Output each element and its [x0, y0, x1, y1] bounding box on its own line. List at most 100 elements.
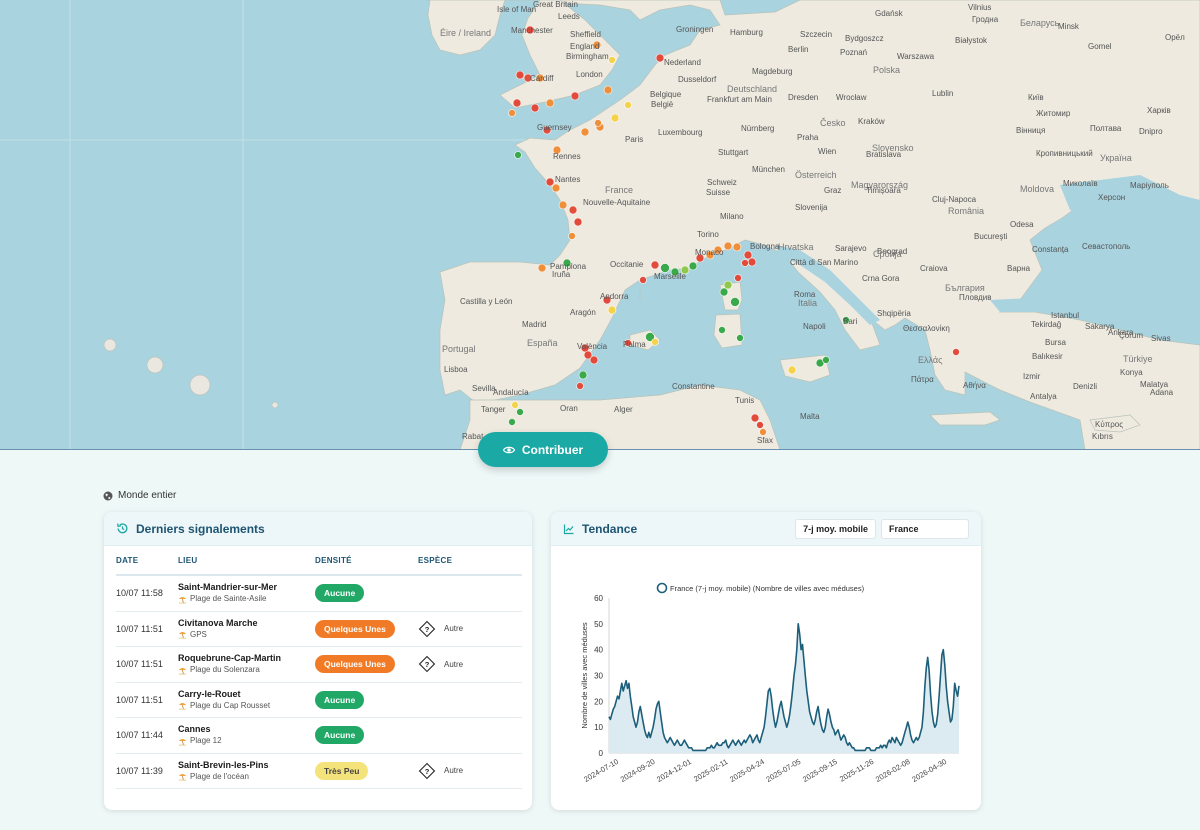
density-cell: Aucune [315, 726, 418, 745]
beach-line: Plage 12 [178, 735, 315, 747]
map-place-label: Миколаїв [1063, 179, 1098, 188]
map-place-label: Θεσσαλονίκη [903, 324, 950, 333]
column-header-date[interactable]: DATE [116, 556, 178, 565]
map-place-label: Magdeburg [752, 67, 793, 76]
contribute-button[interactable]: Contribuer [478, 432, 608, 467]
table-row[interactable]: 10/07 11:58 Saint-Mandrier-sur-Mer Plage… [116, 576, 522, 612]
map-place-label: Torino [697, 230, 719, 239]
place-cell: Carry-le-Rouet Plage du Cap Rousset [178, 688, 315, 712]
map-place-label: Antalya [1030, 392, 1057, 401]
beach-umbrella-icon [178, 596, 187, 604]
unknown-species-icon: ? [418, 762, 436, 780]
map-place-label: Suisse [706, 188, 731, 197]
map-place-label: Belgique [650, 90, 682, 99]
map-place-label: Κύπρος [1095, 420, 1124, 429]
place-cell: Saint-Mandrier-sur-Mer Plage de Sainte-A… [178, 581, 315, 605]
map-place-label: Nouvelle-Aquitaine [583, 198, 651, 207]
map-place-label: Leeds [558, 12, 580, 21]
species-cell: ? Autre [418, 655, 522, 673]
map-place-label: Birmingham [566, 52, 609, 61]
globe-icon [103, 491, 113, 500]
map-place-label: Tekirdağ [1031, 320, 1062, 329]
x-tick-label: 2025-09-15 [801, 757, 839, 784]
svg-text:?: ? [425, 660, 430, 669]
trend-title-group: Tendance [563, 522, 637, 536]
beach-line: GPS [178, 629, 315, 641]
beach-name: Plage du Solenzara [190, 665, 260, 675]
map-place-label: Isle of Man [497, 5, 537, 14]
map-place-label: Nantes [555, 175, 581, 184]
map-place-label: Hamburg [730, 28, 763, 37]
y-tick-label: 10 [594, 723, 603, 732]
column-header-species[interactable]: ESPÈCE [418, 556, 522, 565]
species-label: Autre [444, 766, 464, 776]
country-select[interactable]: France [881, 518, 969, 539]
eye-icon [502, 446, 515, 453]
place-cell: Roquebrune-Cap-Martin Plage du Solenzara [178, 652, 315, 676]
x-tick-label: 2025-04-24 [728, 757, 766, 784]
place-cell: Civitanova Marche GPS [178, 617, 315, 641]
map-place-label: Österreich [795, 170, 837, 180]
map-place-label: Roma [794, 290, 816, 299]
map-place-label: Oran [560, 404, 578, 413]
y-tick-label: 50 [594, 620, 603, 629]
species-column: ? Autre [418, 620, 522, 638]
map-place-label: Bucureşti [974, 232, 1008, 241]
moving-average-select[interactable]: 7-j moy. mobile [795, 518, 876, 539]
map-place-label: Białystok [955, 36, 988, 45]
density-badge: Aucune [315, 584, 365, 603]
map-place-label: Bratislava [866, 150, 902, 159]
map-place-label: Crna Gora [862, 274, 900, 283]
map-place-label: Marseille [654, 272, 687, 281]
map-place-label: Constanța [1032, 245, 1069, 254]
place-name: Civitanova Marche [178, 617, 258, 628]
map-place-label: Praha [797, 133, 819, 142]
table-row[interactable]: 10/07 11:44 Cannes Plage 12 Aucune [116, 718, 522, 754]
map-place-label: Schweiz [707, 178, 737, 187]
x-tick-label: 2024-09-20 [619, 757, 657, 784]
map-view[interactable]: Isle of Man Great Britain Leeds Manchester S… [0, 0, 1200, 450]
x-tick-label: 2024-12-01 [655, 757, 693, 784]
column-header-density[interactable]: DENSITÉ [315, 556, 418, 565]
map-place-label: Sfax [757, 436, 774, 445]
y-tick-label: 40 [594, 646, 603, 655]
map-place-label: Беларусь [1020, 18, 1060, 28]
map-place-label: Харків [1147, 106, 1171, 115]
map-place-label: Berlin [788, 45, 809, 54]
table-row[interactable]: 10/07 11:39 Saint-Brevin-les-Pins Plage … [116, 754, 522, 789]
map-place-label: Warszawa [897, 52, 935, 61]
column-header-place[interactable]: LIEU [178, 556, 315, 565]
map-place-label: Deutschland [727, 84, 778, 94]
map-place-label: München [752, 165, 785, 174]
map-place-label: Timișoara [866, 186, 901, 195]
scope-selector[interactable]: Monde entier [103, 490, 176, 501]
table-row[interactable]: 10/07 11:51 Carry-le-Rouet Plage du Cap … [116, 683, 522, 718]
map-place-label: Graz [824, 186, 842, 195]
map-place-label: Shqipëria [877, 309, 911, 318]
species-cell: ? Autre [418, 620, 522, 638]
map-place-label: Luxembourg [658, 128, 703, 137]
map-place-label: Bydgoszcz [845, 34, 884, 43]
map-place-label: Nürnberg [741, 124, 775, 133]
table-row[interactable]: 10/07 11:51 Roquebrune-Cap-Martin Plage … [116, 647, 522, 683]
map-place-label: Ελλάς [918, 355, 943, 365]
map-place-label: Dnipro [1139, 127, 1163, 136]
chart-line-icon [563, 524, 574, 534]
beach-umbrella-icon [178, 738, 187, 746]
table-row[interactable]: 10/07 11:51 Civitanova Marche GPS Quelqu… [116, 612, 522, 647]
density-badge: Très Peu [315, 761, 369, 780]
map-place-label: Cluj-Napoca [932, 195, 977, 204]
contribute-label: Contribuer [521, 442, 584, 457]
x-tick-label: 2025-07-05 [765, 757, 803, 784]
map-place-label: Dusseldorf [678, 75, 717, 84]
map-place-label: Italia [798, 298, 818, 308]
beach-line: Plage du Cap Rousset [178, 700, 315, 712]
reports-title: Derniers signalements [136, 521, 265, 536]
map-place-label: Minsk [1058, 22, 1079, 31]
map-place-label: Constantine [672, 382, 715, 391]
map-place-label: Житомир [1036, 109, 1071, 118]
map-place-label: Пловдив [959, 293, 992, 302]
beach-line: Plage du Solenzara [178, 664, 315, 676]
map-place-label: Frankfurt am Main [707, 95, 772, 104]
map-place-label: Manchester [511, 26, 553, 35]
